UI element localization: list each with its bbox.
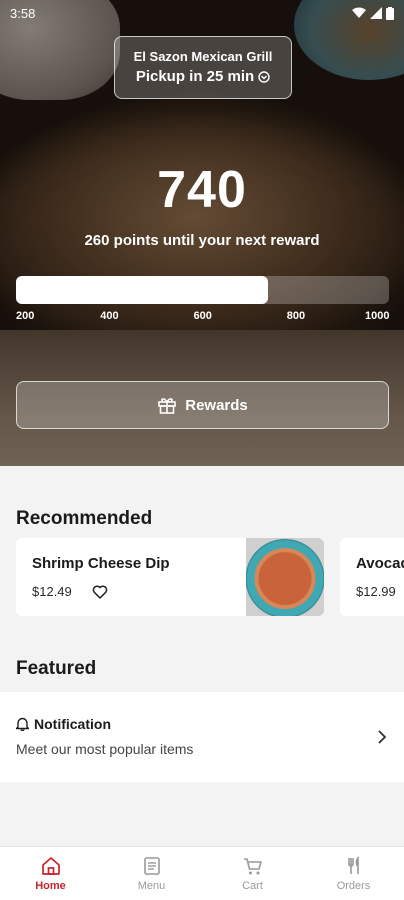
tick-label: 200	[16, 310, 35, 322]
nav-home-label: Home	[35, 880, 66, 892]
rewards-button-label: Rewards	[185, 396, 248, 414]
nav-menu[interactable]: Menu	[101, 847, 202, 900]
bell-icon	[16, 717, 29, 731]
home-icon	[41, 857, 60, 875]
recommended-card[interactable]: Shrimp Cheese Dip $12.49	[16, 538, 324, 616]
chevron-right-icon	[378, 730, 387, 744]
nav-cart[interactable]: Cart	[202, 847, 303, 900]
recommended-card[interactable]: Avocado $12.99	[340, 538, 404, 616]
recommended-item-price: $12.49	[32, 584, 72, 599]
recommended-carousel[interactable]: Shrimp Cheese Dip $12.49 Avocado $12.99	[16, 538, 404, 616]
featured-notification-card[interactable]: Notification Meet our most popular items	[0, 692, 404, 782]
status-time: 3:58	[10, 5, 36, 21]
nav-home[interactable]: Home	[0, 847, 101, 900]
battery-icon	[386, 6, 394, 20]
pickup-time: Pickup in 25 min	[135, 68, 255, 85]
nav-orders-label: Orders	[336, 880, 371, 892]
signal-icon	[370, 7, 382, 19]
recommended-item-name: Avocado	[356, 555, 404, 572]
cart-icon	[243, 858, 262, 875]
rewards-button[interactable]: Rewards	[16, 381, 389, 429]
pickup-location-button[interactable]: El Sazon Mexican Grill Pickup in 25 min	[114, 36, 292, 99]
recommended-item-image	[246, 538, 324, 616]
nav-cart-label: Cart	[242, 880, 263, 892]
featured-title: Featured	[16, 658, 97, 679]
rewards-progress-fill	[16, 276, 268, 304]
home-content: Recommended Shrimp Cheese Dip $12.49 Avo…	[0, 466, 404, 846]
nav-orders[interactable]: Orders	[303, 847, 404, 900]
store-name: El Sazon Mexican Grill	[133, 49, 273, 64]
chevron-down-icon	[258, 70, 270, 83]
hero-banner: 3:58 El Sazon Mexican Grill Pickup in 25…	[0, 0, 404, 466]
bottom-navigation: Home Menu Cart Orders	[0, 846, 404, 900]
recommended-item-name: Shrimp Cheese Dip	[32, 555, 170, 572]
recommended-item-price: $12.99	[356, 584, 396, 599]
progress-tick-labels: 200 400 600 800 1000	[16, 310, 389, 324]
menu-icon	[143, 857, 160, 875]
orders-icon	[347, 856, 359, 874]
tick-label: 600	[193, 310, 212, 322]
rewards-progress-bar	[16, 276, 389, 304]
points-balance: 740	[157, 161, 247, 219]
featured-item-title: Notification	[34, 716, 111, 732]
featured-item-subtitle: Meet our most popular items	[16, 741, 194, 757]
recommended-title: Recommended	[16, 508, 153, 529]
status-bar: 3:58	[0, 0, 404, 26]
tick-label: 1000	[365, 310, 390, 322]
points-until-reward: 260 points until your next reward	[84, 232, 320, 249]
tick-label: 800	[286, 310, 306, 322]
tick-label: 400	[100, 310, 119, 322]
gift-icon	[158, 398, 177, 414]
nav-menu-label: Menu	[137, 880, 166, 892]
wifi-icon	[352, 7, 366, 18]
heart-icon[interactable]	[92, 584, 108, 600]
